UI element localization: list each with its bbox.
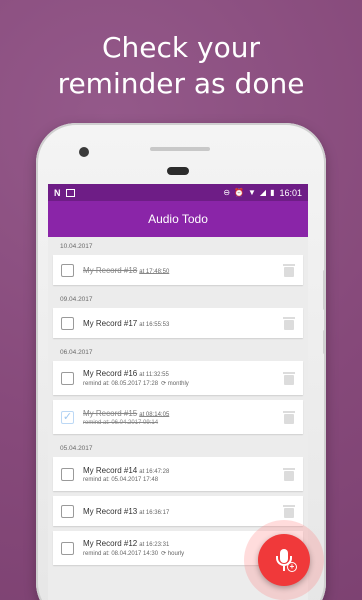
- record-list: 10.04.2017 My Record #18 at 17:48:50 09.04.…: [48, 237, 308, 565]
- power-button: [323, 330, 326, 354]
- battery-icon: ▮: [270, 188, 275, 197]
- date-header: 06.04.2017: [60, 349, 93, 356]
- record-title: My Record #17: [83, 318, 138, 328]
- record-title: My Record #18: [83, 265, 138, 275]
- app-title: Audio Todo: [148, 212, 208, 226]
- record-card[interactable]: My Record #17 at 16:55:53: [53, 308, 303, 338]
- checkbox-icon[interactable]: [61, 371, 74, 385]
- status-bar: N ⊖ ⏰ ▼ ◢ ▮ 16:01: [48, 184, 308, 201]
- trash-icon[interactable]: [283, 467, 295, 481]
- checkbox-icon[interactable]: [61, 263, 74, 277]
- repeat-icon: ⟳: [161, 551, 167, 557]
- checkbox-icon[interactable]: [61, 504, 74, 518]
- status-time: 16:01: [279, 187, 302, 198]
- trash-icon[interactable]: [283, 371, 295, 385]
- add-icon: +: [287, 562, 297, 572]
- record-content: My Record #18 at 17:48:50: [83, 266, 277, 275]
- app-bar: Audio Todo: [48, 201, 308, 237]
- record-time: at 16:36:17: [139, 509, 170, 516]
- wifi-icon: ▼: [247, 188, 256, 197]
- checkbox-icon[interactable]: ✓: [61, 410, 74, 424]
- camera-icon: [79, 147, 89, 157]
- checkbox-icon[interactable]: [61, 541, 74, 555]
- notification-n-icon: N: [54, 187, 61, 198]
- record-content: My Record #13 at 16:36:17: [83, 507, 277, 516]
- headline-line-1: Check your: [102, 31, 260, 64]
- record-time: at 16:23:31: [139, 542, 170, 548]
- trash-icon[interactable]: [283, 410, 295, 424]
- signal-icon: ◢: [259, 188, 267, 197]
- remind-at: remind at: 08.05.2017 17:28: [83, 381, 159, 387]
- date-header: 05.04.2017: [60, 445, 93, 452]
- record-title: My Record #15: [83, 408, 138, 418]
- speaker-grille: [150, 147, 210, 151]
- record-content: My Record #17 at 16:55:53: [83, 319, 277, 328]
- record-title: My Record #14: [83, 465, 138, 475]
- trash-icon[interactable]: [283, 263, 295, 277]
- record-time: at 08:14:05: [139, 411, 170, 418]
- date-header: 10.04.2017: [60, 243, 93, 250]
- record-content: My Record #15 at 08:14:05 remind at: 06.04…: [83, 409, 277, 426]
- record-time: at 16:55:53: [139, 321, 170, 328]
- checkbox-icon[interactable]: [61, 316, 74, 330]
- record-title: My Record #12: [83, 539, 138, 548]
- record-time: at 16:47:28: [139, 468, 170, 475]
- remind-at: remind at: 06.04.2017 09:14: [83, 419, 159, 426]
- record-card[interactable]: My Record #18 at 17:48:50: [53, 255, 303, 285]
- volume-button: [323, 270, 326, 310]
- repeat-icon: ⟳: [161, 381, 167, 387]
- checkbox-icon[interactable]: [61, 467, 74, 481]
- record-content: My Record #14 at 16:47:28 remind at: 05.04…: [83, 466, 277, 483]
- record-time: at 17:48:50: [139, 268, 170, 275]
- record-title: My Record #16: [83, 369, 138, 378]
- record-title: My Record #13: [83, 506, 138, 516]
- record-card[interactable]: My Record #16 at 11:32:55 remind at: 08.05…: [53, 361, 303, 395]
- promo-headline: Check your reminder as done: [0, 30, 362, 102]
- remind-at: remind at: 05.04.2017 17:48: [83, 476, 159, 483]
- record-content: My Record #16 at 11:32:55 remind at: 08.05…: [83, 369, 277, 387]
- headline-line-2: reminder as done: [57, 67, 305, 100]
- date-header: 09.04.2017: [60, 296, 93, 303]
- notification-app-icon: [65, 188, 75, 197]
- repeat-interval: hourly: [167, 551, 185, 557]
- trash-icon[interactable]: [283, 504, 295, 518]
- dnd-icon: ⊖: [223, 188, 231, 197]
- record-card[interactable]: My Record #14 at 16:47:28 remind at: 05.04…: [53, 457, 303, 491]
- record-audio-fab[interactable]: +: [258, 534, 310, 586]
- trash-icon[interactable]: [283, 316, 295, 330]
- record-card[interactable]: ✓ My Record #15 at 08:14:05 remind at: 06.0…: [53, 400, 303, 434]
- record-card[interactable]: My Record #13 at 16:36:17: [53, 496, 303, 526]
- repeat-interval: monthly: [167, 381, 189, 387]
- earpiece: [167, 167, 189, 175]
- record-time: at 11:32:55: [139, 372, 169, 378]
- alarm-icon: ⏰: [234, 188, 244, 197]
- remind-at: remind at: 08.04.2017 14:30: [83, 551, 159, 557]
